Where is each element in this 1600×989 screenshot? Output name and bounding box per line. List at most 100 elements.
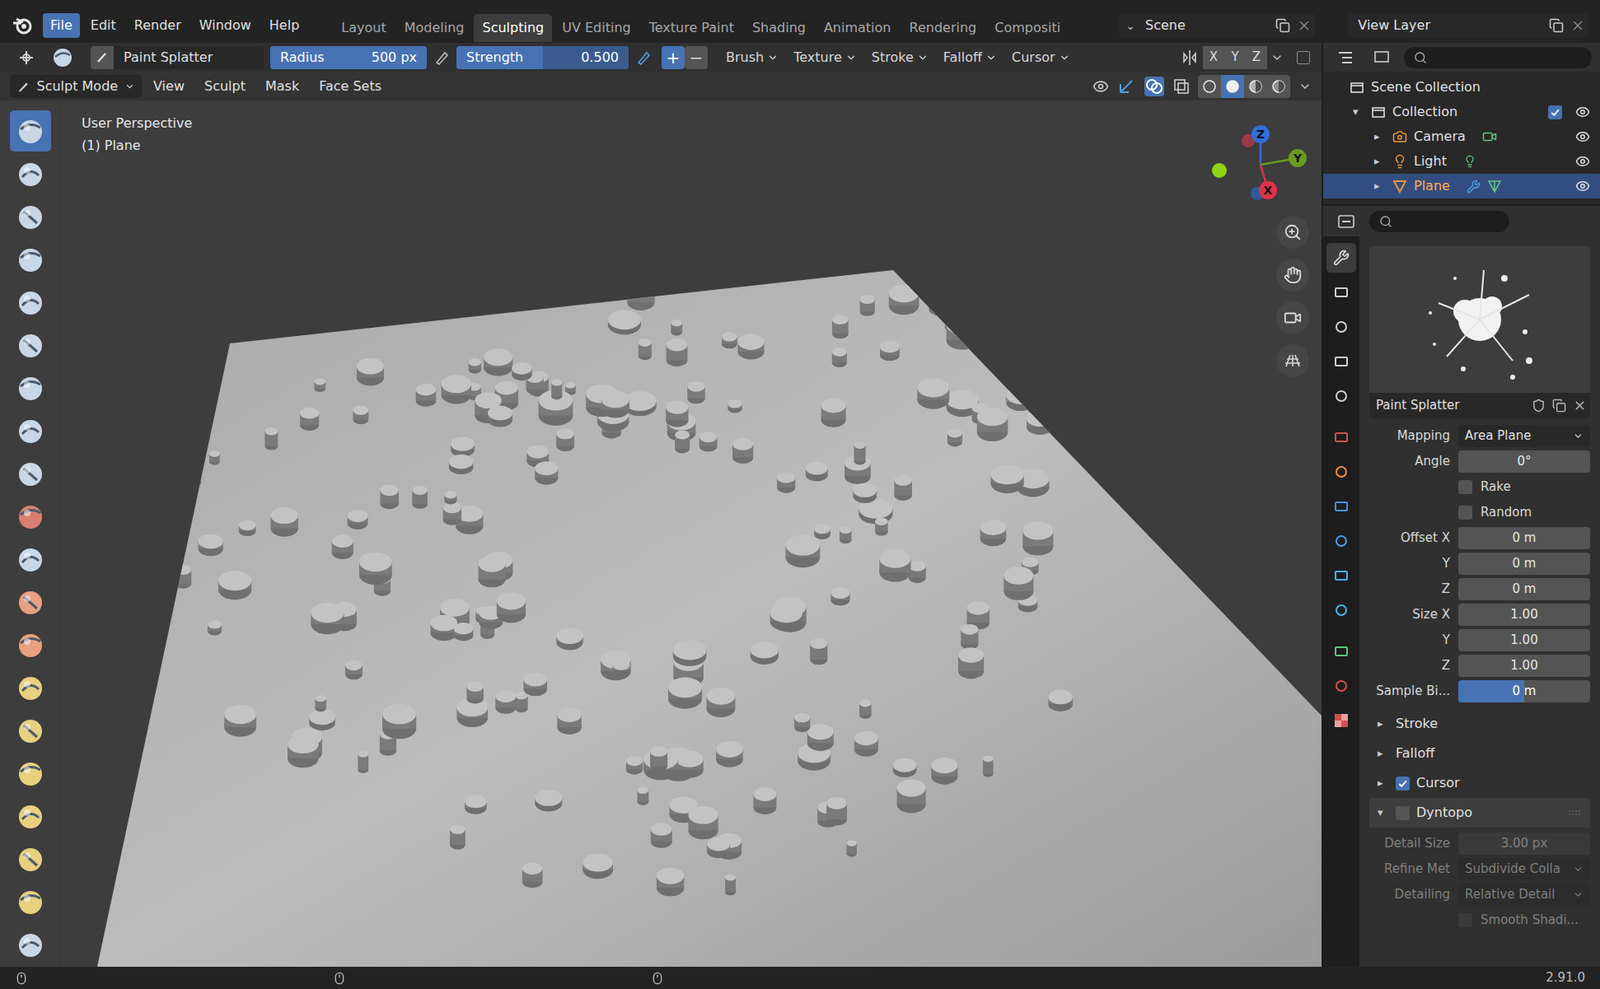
header-menu[interactable]: Mask [257,74,308,99]
zoom-button[interactable] [1276,215,1310,249]
texture-name-field[interactable]: Paint Splatter [1369,396,1529,416]
sculpt-tool[interactable] [9,153,52,195]
sculpt-tool[interactable] [9,367,52,409]
sculpt-tool[interactable] [9,667,52,709]
menu-item[interactable]: Render [126,13,189,38]
drag-handle-icon[interactable] [1568,809,1582,817]
xray-icon[interactable] [1173,78,1190,95]
direction-button[interactable]: + [661,46,685,70]
panel-checkbox[interactable] [1395,806,1410,821]
properties-editor-icon[interactable] [1337,214,1356,230]
copy-icon[interactable] [1548,18,1564,33]
sculpt-tool[interactable] [9,710,52,752]
visibility-icon[interactable] [1092,78,1109,95]
expand-arrow[interactable]: ▸ [1374,153,1386,170]
shading-mode-button[interactable] [1244,74,1268,99]
property-field[interactable]: 1.00 [1458,654,1591,678]
tool-settings-dropdown[interactable]: Texture [786,46,864,70]
outliner-row[interactable]: ▸Plane [1323,173,1600,199]
viewport-canvas[interactable]: ZYXUser Perspective(1) Plane [60,100,1322,968]
eye-icon[interactable] [1575,154,1591,169]
gizmo-toggle-icon[interactable] [1117,77,1136,96]
sculpt-tool[interactable] [9,110,52,152]
direction-button[interactable]: − [684,46,708,70]
gizmo-axis[interactable]: Y [1288,149,1307,168]
properties-tab[interactable] [1326,491,1357,522]
brush-preview-button[interactable] [47,46,78,70]
property-field[interactable]: 0 m [1458,578,1591,601]
sculpt-tool[interactable] [9,624,52,666]
header-menu[interactable]: View [145,74,193,99]
workspace-tab[interactable]: Shading [743,14,815,43]
ortho-button[interactable] [1276,344,1310,378]
tool-settings-dropdown[interactable]: Cursor [1005,46,1077,70]
display-mode-icon[interactable] [1373,50,1392,66]
property-field[interactable]: 1.00 [1458,629,1591,652]
sculpt-tool[interactable] [9,324,52,366]
menu-item[interactable]: Window [191,13,259,38]
outliner-row[interactable]: ▾Collection [1323,99,1600,125]
property-field[interactable]: 0° [1458,450,1591,473]
properties-tab[interactable] [1326,671,1357,702]
properties-tab[interactable] [1326,561,1357,591]
property-field[interactable]: 0 m [1458,527,1591,550]
property-dropdown[interactable]: Relative Detail [1458,884,1591,907]
copy-icon[interactable] [1275,18,1291,33]
header-menu[interactable]: Sculpt [196,74,254,99]
menu-item[interactable]: Edit [83,13,124,38]
pen-pressure-icon[interactable] [635,49,652,66]
duplicate-icon[interactable] [1552,398,1567,413]
header-menu[interactable]: Face Sets [310,74,390,99]
outliner-editor-icon[interactable] [1337,50,1356,66]
sculpt-tool[interactable] [9,196,52,238]
overlay-toggle-icon[interactable] [1143,75,1165,98]
properties-tab[interactable] [1326,277,1357,308]
shading-mode-button[interactable] [1267,74,1291,99]
expand-arrow[interactable]: ▾ [1352,103,1365,121]
collection-exclude-checkbox[interactable] [1548,105,1563,120]
workspace-tab[interactable]: Rendering [901,14,986,43]
brush-name-field[interactable]: Paint Splatter [90,46,264,70]
sculpt-tool[interactable] [9,538,52,581]
radius-slider[interactable]: Radius500 px [270,46,427,70]
close-icon[interactable] [1570,18,1586,33]
chevron-icon[interactable] [1270,51,1284,65]
property-field[interactable]: 0 m [1458,552,1591,576]
sculpt-tool[interactable] [9,581,52,623]
camera-view-button[interactable] [1276,301,1310,335]
panel-header[interactable]: ▾Dyntopo [1369,798,1591,829]
eye-icon[interactable] [1575,178,1591,194]
property-slider[interactable]: 0 m [1458,680,1591,703]
blender-logo-icon[interactable] [11,14,33,37]
properties-tab[interactable] [1326,243,1357,273]
menu-item[interactable]: File [42,13,80,38]
property-checkbox[interactable] [1458,505,1473,520]
close-icon[interactable] [1296,18,1312,33]
sculpt-tool[interactable] [9,795,52,838]
panel-header[interactable]: ▸Cursor [1369,768,1591,799]
panel-header[interactable]: ▸Falloff [1369,739,1591,769]
properties-tab[interactable] [1326,346,1357,377]
symmetry-axis-button[interactable]: Y [1224,46,1246,70]
mode-selector[interactable]: Sculpt Mode [9,74,142,99]
sculpt-tool[interactable] [9,924,52,966]
chevron-icon[interactable] [1298,79,1312,94]
property-field[interactable]: 1.00 [1458,603,1591,627]
property-checkbox[interactable] [1458,480,1473,495]
panel-checkbox[interactable] [1395,776,1410,791]
symmetry-axis-button[interactable]: Z [1245,46,1268,70]
shading-mode-button[interactable] [1197,74,1222,99]
scene-selector[interactable]: ⌄Scene [1118,13,1315,38]
sculpt-tool[interactable] [9,753,52,795]
menu-item[interactable]: Help [261,13,307,38]
symmetry-axis-button[interactable]: X [1202,46,1225,70]
panel-header[interactable]: ▸Stroke [1369,709,1591,740]
property-checkbox[interactable] [1458,913,1473,928]
sculpt-tool[interactable] [9,453,52,495]
sculpt-tool[interactable] [9,281,52,323]
property-field[interactable]: 3.00 px [1458,832,1591,856]
symmetry-icon[interactable] [1179,47,1200,68]
workspace-tab[interactable]: Modeling [396,14,473,43]
sculpt-tool[interactable] [9,881,52,923]
tool-settings-dropdown[interactable]: Falloff [936,46,1004,70]
